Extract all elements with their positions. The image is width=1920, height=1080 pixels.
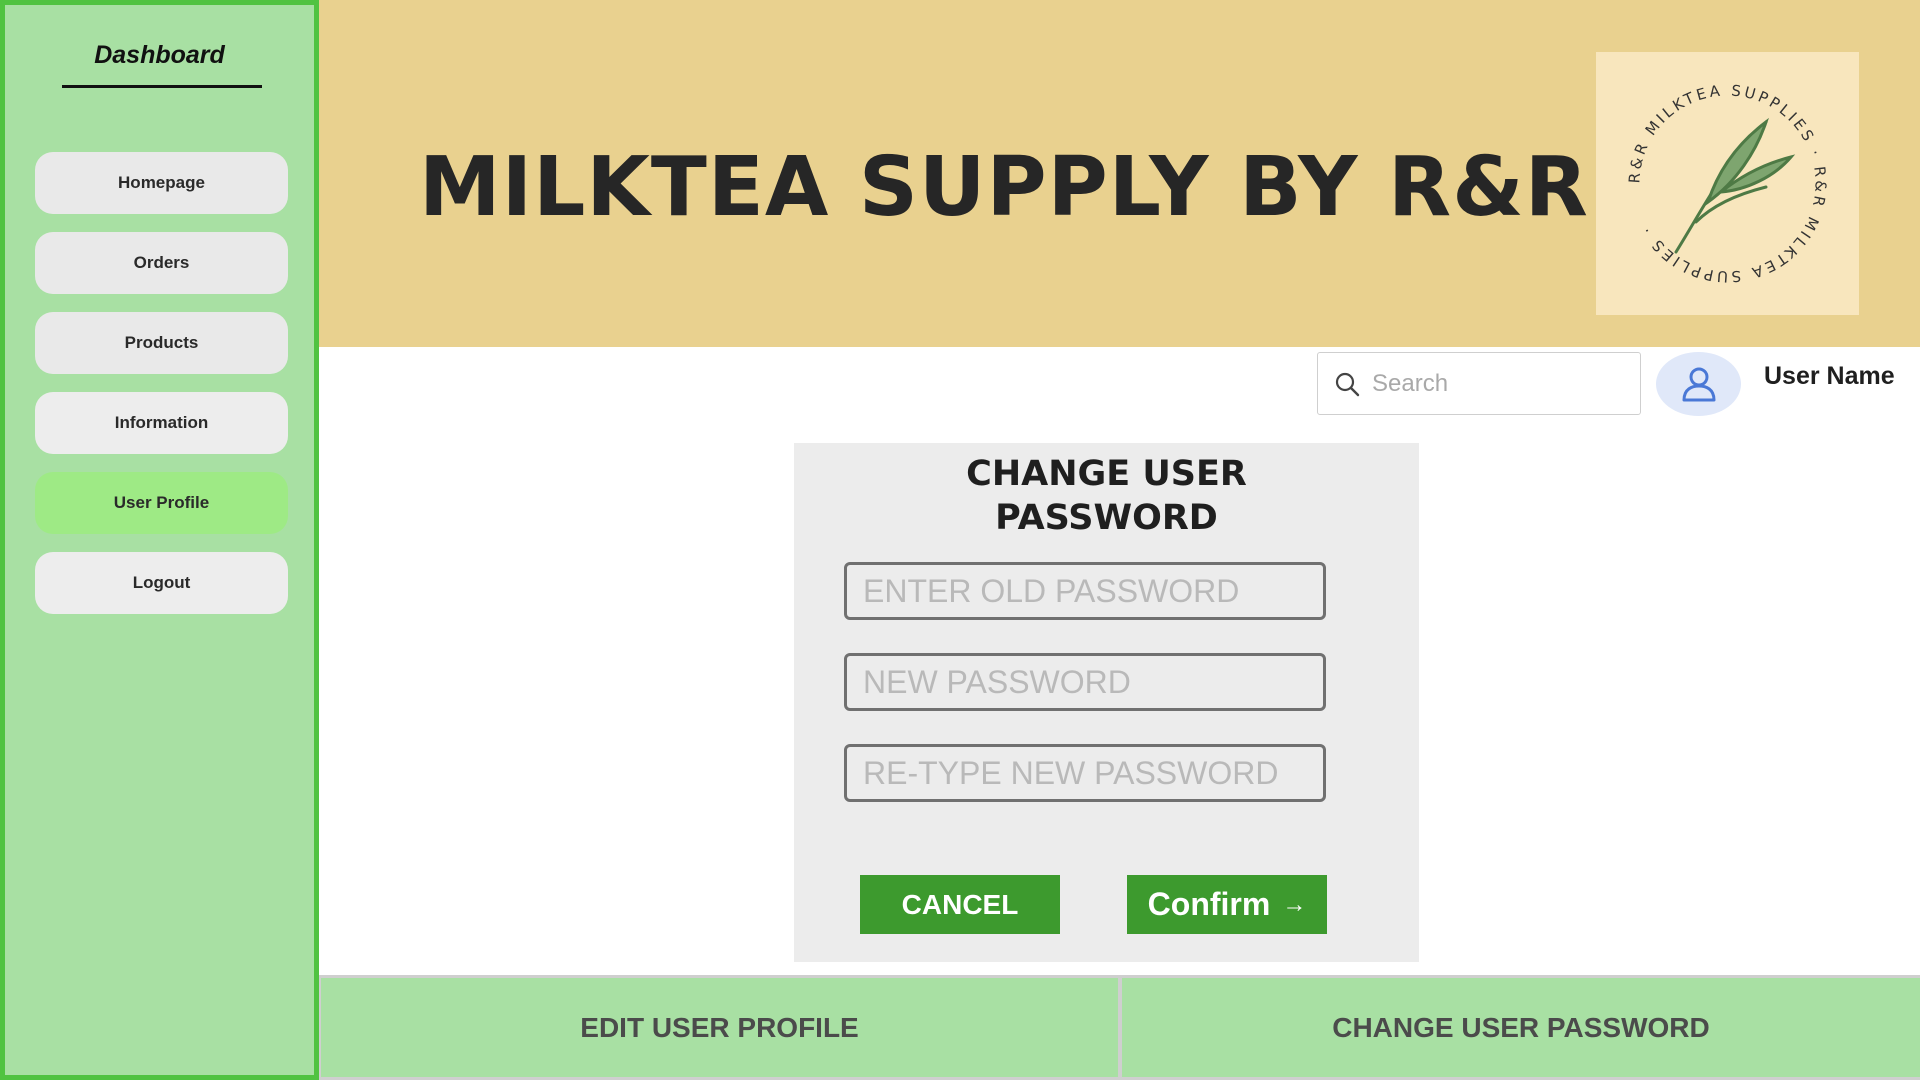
arrow-right-icon: → xyxy=(1282,890,1307,918)
sidebar-title-underline xyxy=(62,85,262,88)
retype-password-field[interactable] xyxy=(847,747,1323,799)
change-password-panel: CHANGE USER PASSWORD CANCEL Confirm → xyxy=(794,443,1419,962)
sidebar: Dashboard Homepage Orders Products Infor… xyxy=(0,0,319,1080)
header-banner: MILKTEA SUPPLY BY R&R R&R MILKTEA SUPPLI… xyxy=(319,0,1920,347)
panel-title-line1: CHANGE USER xyxy=(966,454,1247,494)
search-input[interactable] xyxy=(1370,353,1629,415)
new-password-field-wrapper xyxy=(844,653,1326,711)
old-password-field-wrapper xyxy=(844,562,1326,620)
cancel-button[interactable]: CANCEL xyxy=(860,875,1060,934)
leaf-icon xyxy=(1674,117,1796,254)
panel-title-line2: PASSWORD xyxy=(995,498,1218,538)
brand-title: MILKTEA SUPPLY BY R&R xyxy=(419,140,1589,235)
old-password-field[interactable] xyxy=(847,565,1323,617)
sidebar-title: Dashboard xyxy=(94,41,225,69)
search-icon xyxy=(1335,372,1360,397)
sidebar-item-orders[interactable]: Orders xyxy=(35,232,288,294)
sidebar-item-products[interactable]: Products xyxy=(35,312,288,374)
sidebar-item-information[interactable]: Information xyxy=(35,392,288,454)
profile-tabbar: EDIT USER PROFILE CHANGE USER PASSWORD xyxy=(319,975,1920,1080)
confirm-button-label: Confirm xyxy=(1147,886,1271,922)
tab-edit-user-profile[interactable]: EDIT USER PROFILE xyxy=(321,978,1118,1077)
user-icon xyxy=(1682,367,1715,402)
company-logo: R&R MILKTEA SUPPLIES · R&R MILKTEA SUPPL… xyxy=(1596,52,1859,315)
search-box[interactable] xyxy=(1317,352,1641,415)
retype-password-field-wrapper xyxy=(844,744,1326,802)
user-avatar[interactable] xyxy=(1656,352,1741,416)
sidebar-item-homepage[interactable]: Homepage xyxy=(35,152,288,214)
new-password-field[interactable] xyxy=(847,656,1323,708)
panel-title: CHANGE USER PASSWORD xyxy=(794,452,1419,540)
sidebar-item-logout[interactable]: Logout xyxy=(35,552,288,614)
logo-graphic: R&R MILKTEA SUPPLIES · R&R MILKTEA SUPPL… xyxy=(1625,81,1826,285)
sidebar-item-user-profile[interactable]: User Profile xyxy=(35,472,288,534)
confirm-button[interactable]: Confirm → xyxy=(1127,875,1327,934)
tab-change-user-password[interactable]: CHANGE USER PASSWORD xyxy=(1122,978,1920,1077)
user-name: User Name xyxy=(1764,362,1895,390)
